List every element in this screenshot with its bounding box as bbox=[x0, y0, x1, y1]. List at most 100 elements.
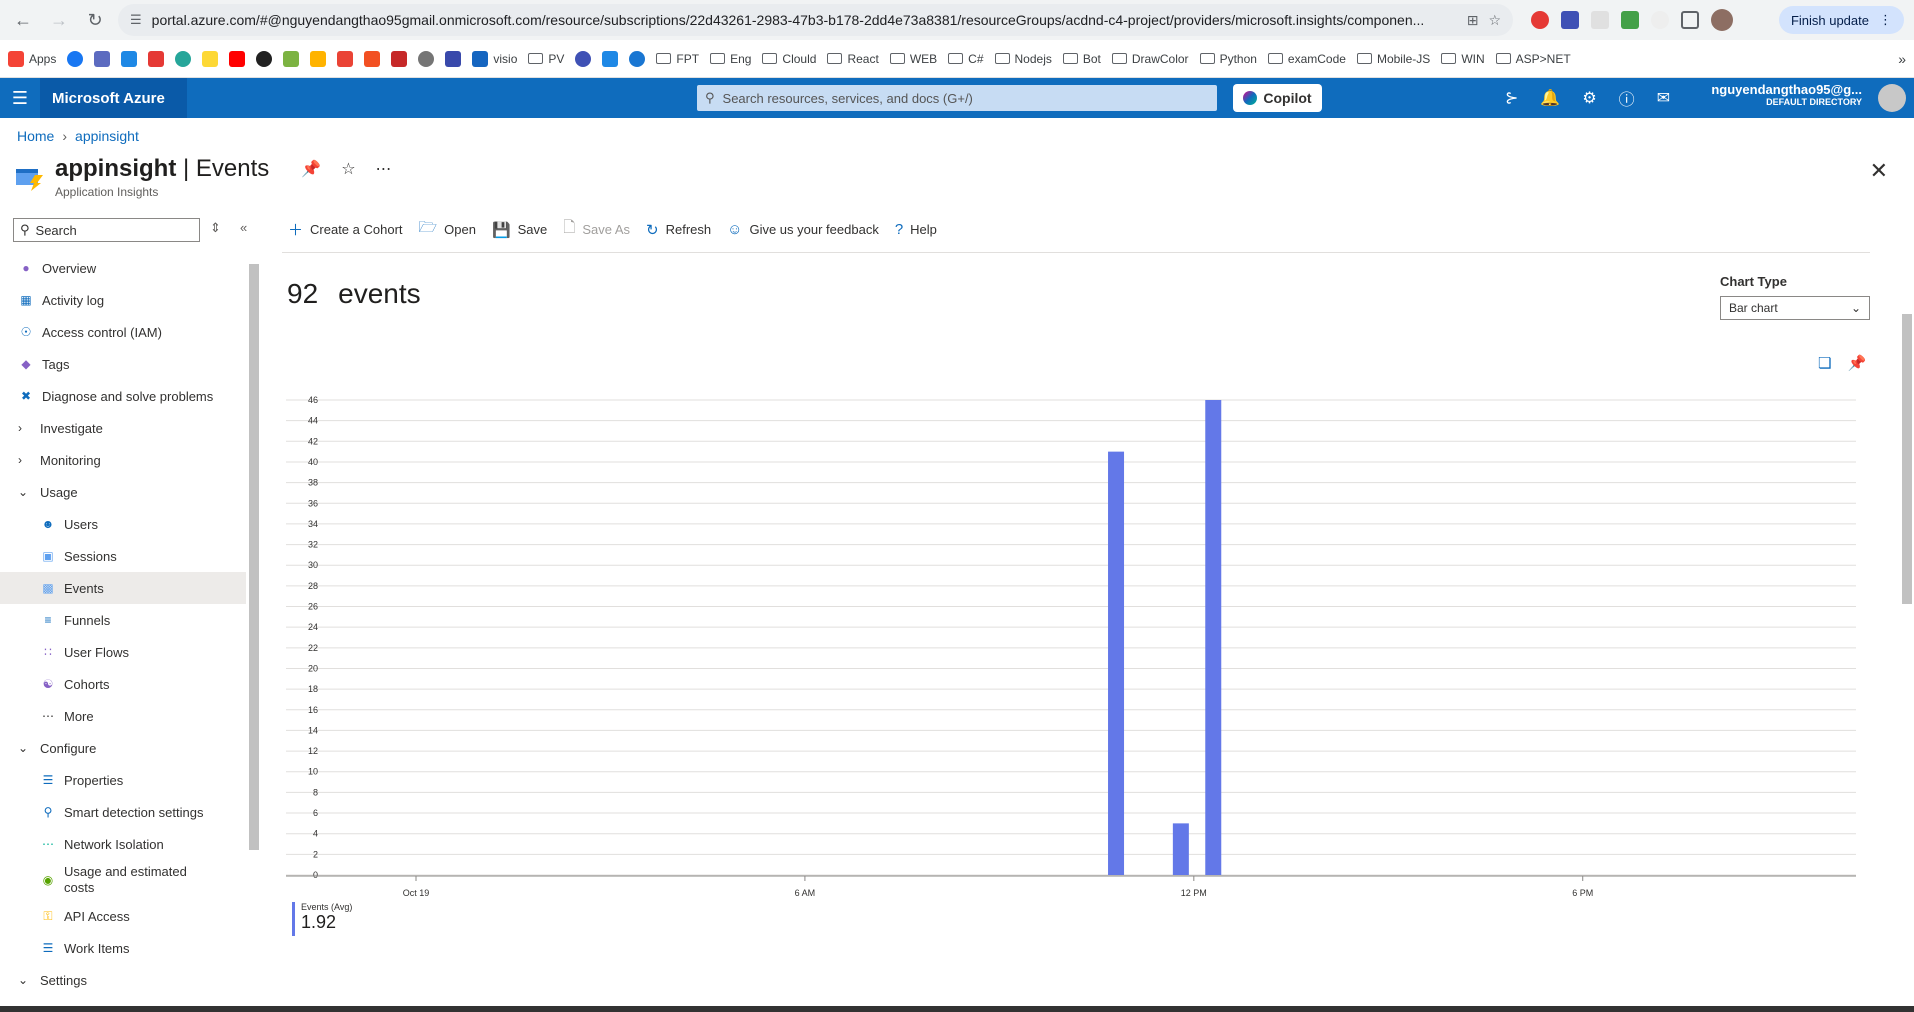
bookmark-icon[interactable] bbox=[445, 50, 462, 67]
sidebar-item-network-isolation[interactable]: ⋯ Network Isolation bbox=[0, 828, 246, 860]
sidebar-item-smart-detection[interactable]: ⚲ Smart detection settings bbox=[0, 796, 246, 828]
sidebar-item-api-access[interactable]: ⚿ API Access bbox=[0, 900, 246, 932]
sidebar-group-investigate[interactable]: › Investigate bbox=[0, 412, 246, 444]
address-bar[interactable]: ☰ portal.azure.com/#@nguyendangthao95gma… bbox=[118, 4, 1513, 36]
menu-icon[interactable]: ☰ bbox=[0, 88, 40, 109]
sidebar-item-activity-log[interactable]: ▦ Activity log bbox=[0, 284, 246, 316]
site-info-icon[interactable]: ☰ bbox=[130, 12, 142, 28]
bookmark-icon[interactable] bbox=[94, 50, 111, 67]
sidebar-group-configure[interactable]: ⌄ Configure bbox=[0, 732, 246, 764]
profile-avatar[interactable] bbox=[1711, 9, 1733, 31]
sidebar-item-properties[interactable]: ☰ Properties bbox=[0, 764, 246, 796]
bookmark-icon[interactable] bbox=[202, 50, 219, 67]
sidebar-item-funnels[interactable]: ≡ Funnels bbox=[0, 604, 246, 636]
expand-collapse-icon[interactable]: ⇕ bbox=[210, 220, 221, 236]
avatar[interactable] bbox=[1878, 84, 1906, 112]
azure-brand[interactable]: Microsoft Azure bbox=[40, 78, 187, 118]
breadcrumb-home[interactable]: Home bbox=[17, 128, 54, 144]
save-button[interactable]: 💾 Save bbox=[492, 221, 547, 239]
notifications-icon[interactable]: 🔔 bbox=[1540, 88, 1560, 108]
bookmark-folder[interactable]: examCode bbox=[1267, 52, 1346, 66]
extension-icon[interactable] bbox=[1561, 11, 1579, 29]
cloud-shell-icon[interactable]: ⊱ bbox=[1505, 88, 1518, 108]
adblock-extension-icon[interactable] bbox=[1531, 11, 1549, 29]
pin-icon[interactable]: 📌 bbox=[301, 159, 321, 179]
url-text[interactable]: portal.azure.com/#@nguyendangthao95gmail… bbox=[152, 12, 1457, 28]
more-bookmarks-icon[interactable]: » bbox=[1898, 51, 1906, 67]
help-icon[interactable]: ⓘ bbox=[1619, 86, 1635, 110]
sidebar-item-events[interactable]: ▩ Events bbox=[0, 572, 246, 604]
sidebar-item-user-flows[interactable]: ∷ User Flows bbox=[0, 636, 246, 668]
breadcrumb-appinsight[interactable]: appinsight bbox=[75, 128, 139, 144]
chart-legend[interactable]: Events (Avg) 1.92 bbox=[292, 902, 352, 936]
bookmark-folder[interactable]: Python bbox=[1199, 52, 1257, 66]
microsoft-icon[interactable] bbox=[364, 50, 381, 67]
finish-update-button[interactable]: Finish update ⋮ bbox=[1778, 6, 1904, 34]
sidebar-item-tags[interactable]: ◆ Tags bbox=[0, 348, 246, 380]
extension-icon[interactable] bbox=[1621, 11, 1639, 29]
bookmark-folder[interactable]: WIN bbox=[1441, 52, 1485, 66]
facebook-icon[interactable] bbox=[67, 50, 84, 67]
bookmark-folder[interactable]: Bot bbox=[1062, 52, 1101, 66]
sidebar-item-diagnose[interactable]: ✖ Diagnose and solve problems bbox=[0, 380, 246, 412]
sidebar-item-users[interactable]: ☻ Users bbox=[0, 508, 246, 540]
gmail-icon[interactable] bbox=[337, 50, 354, 67]
bookmark-visio[interactable]: visio bbox=[472, 50, 517, 67]
bookmark-folder[interactable]: PV bbox=[528, 52, 564, 66]
help-button[interactable]: ? Help bbox=[895, 221, 937, 238]
wifi-icon[interactable] bbox=[121, 50, 138, 67]
bookmark-folder[interactable]: Nodejs bbox=[994, 52, 1052, 66]
sidebar-item-usage-costs[interactable]: ◉ Usage and estimated costs bbox=[0, 860, 246, 900]
global-search-input[interactable]: ⚲ Search resources, services, and docs (… bbox=[697, 85, 1217, 111]
edit-query-icon[interactable]: ❏ bbox=[1818, 354, 1831, 372]
create-cohort-button[interactable]: ＋ Create a Cohort bbox=[288, 219, 403, 240]
bookmark-icon[interactable] bbox=[629, 50, 646, 67]
extension-icon[interactable] bbox=[1591, 11, 1609, 29]
content-scrollbar[interactable] bbox=[1898, 250, 1914, 1002]
sidebar-group-monitoring[interactable]: › Monitoring bbox=[0, 444, 246, 476]
bookmark-folder[interactable]: DrawColor bbox=[1111, 52, 1189, 66]
pin-to-dashboard-icon[interactable]: 📌 bbox=[1847, 354, 1866, 372]
refresh-button[interactable]: ↻ Refresh bbox=[646, 221, 711, 239]
bookmark-star-icon[interactable]: ☆ bbox=[1488, 12, 1501, 29]
chart-type-dropdown[interactable]: Bar chart ⌄ bbox=[1720, 296, 1870, 320]
favorite-star-icon[interactable]: ☆ bbox=[341, 159, 355, 179]
save-as-button[interactable]: 🗋 Save As bbox=[563, 217, 630, 242]
settings-icon[interactable]: ⚙ bbox=[1582, 88, 1596, 108]
bookmark-icon[interactable] bbox=[310, 50, 327, 67]
bookmark-folder[interactable]: Eng bbox=[710, 52, 751, 66]
more-icon[interactable]: ⋯ bbox=[376, 159, 392, 179]
bookmark-icon[interactable] bbox=[148, 50, 165, 67]
bookmark-icon[interactable] bbox=[283, 50, 300, 67]
sidebar-item-work-items[interactable]: ☰ Work Items bbox=[0, 932, 246, 964]
bookmark-folder[interactable]: FPT bbox=[656, 52, 699, 66]
sidebar-scrollbar[interactable] bbox=[246, 252, 260, 1004]
sidebar-item-cohorts[interactable]: ☯ Cohorts bbox=[0, 668, 246, 700]
youtube-icon[interactable] bbox=[229, 50, 246, 67]
bookmark-folder[interactable]: ASP>NET bbox=[1495, 52, 1571, 66]
account-menu[interactable]: nguyendangthao95@g... DEFAULT DIRECTORY bbox=[1711, 82, 1862, 107]
sidebar-item-sessions[interactable]: ▣ Sessions bbox=[0, 540, 246, 572]
feedback-button[interactable]: ☺ Give us your feedback bbox=[727, 221, 879, 238]
close-icon[interactable]: ✕ bbox=[1870, 158, 1888, 184]
reload-icon[interactable]: ↻ bbox=[82, 7, 108, 33]
bookmark-folder[interactable]: Clould bbox=[762, 52, 816, 66]
bookmark-icon[interactable] bbox=[575, 50, 592, 67]
bookmark-icon[interactable] bbox=[602, 50, 619, 67]
bookmark-folder[interactable]: C# bbox=[948, 52, 984, 66]
bookmark-icon[interactable] bbox=[418, 50, 435, 67]
bookmark-folder[interactable]: Mobile-JS bbox=[1356, 52, 1430, 66]
copilot-button[interactable]: Copilot bbox=[1233, 84, 1322, 112]
bookmark-icon[interactable] bbox=[256, 50, 273, 67]
bookmark-apps[interactable]: Apps bbox=[8, 50, 56, 67]
sidebar-group-usage[interactable]: ⌄ Usage bbox=[0, 476, 246, 508]
puzzle-icon[interactable] bbox=[1681, 11, 1699, 29]
bookmark-icon[interactable] bbox=[175, 50, 192, 67]
bookmark-folder[interactable]: React bbox=[827, 52, 879, 66]
sidebar-group-settings[interactable]: ⌄ Settings bbox=[0, 964, 246, 996]
sidebar-item-overview[interactable]: ● Overview bbox=[0, 252, 246, 284]
bookmark-folder[interactable]: WEB bbox=[889, 52, 937, 66]
collapse-menu-icon[interactable]: « bbox=[240, 220, 247, 235]
feedback-icon[interactable]: ✉ bbox=[1657, 88, 1670, 108]
extension-icon[interactable] bbox=[1651, 11, 1669, 29]
